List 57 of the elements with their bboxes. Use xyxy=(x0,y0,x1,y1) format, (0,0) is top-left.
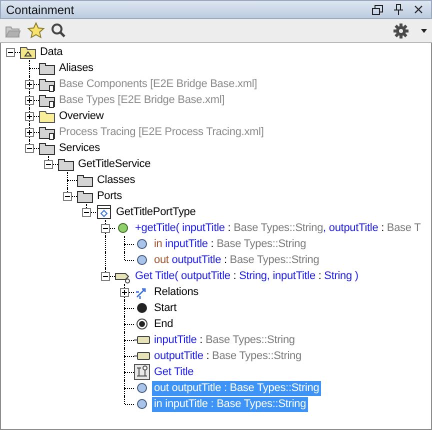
tree-item[interactable]: out outputTitle : Base Types::String xyxy=(152,252,322,268)
circle-icon xyxy=(134,236,150,252)
circle-icon xyxy=(134,396,150,412)
tree-item[interactable]: outputTitle : Base Types::String xyxy=(152,348,304,364)
tree-item[interactable]: GetTitlePortType xyxy=(114,204,198,220)
dot-icon xyxy=(134,300,150,316)
pin-icon[interactable] xyxy=(394,4,403,15)
tree-item[interactable]: +getTitle( inputTitle : Base Types::String, outputTitle : Base T xyxy=(133,220,423,236)
collapse-toggle[interactable] xyxy=(82,208,91,217)
folder-icon xyxy=(39,140,55,156)
tree-item[interactable]: Overview xyxy=(57,108,106,124)
expand-toggle[interactable] xyxy=(25,112,34,121)
tree-item[interactable]: Services xyxy=(57,140,102,156)
folder-icon xyxy=(39,60,55,76)
restore-icon[interactable] xyxy=(372,4,383,14)
folder-document-icon xyxy=(39,76,55,92)
circle-icon xyxy=(115,220,131,236)
panel-title: Containment xyxy=(6,2,74,16)
tree-item[interactable]: Classes xyxy=(95,172,138,188)
tree-item[interactable]: Relations xyxy=(152,284,201,300)
expand-toggle[interactable] xyxy=(25,96,34,105)
expand-toggle[interactable] xyxy=(25,128,34,137)
folder-document-icon xyxy=(39,124,55,140)
collapse-toggle[interactable] xyxy=(25,144,34,153)
tree-item[interactable]: GetTitleService xyxy=(76,156,153,172)
tree-item[interactable]: End xyxy=(152,316,176,332)
collapse-toggle[interactable] xyxy=(63,192,72,201)
collapse-toggle[interactable] xyxy=(44,160,53,169)
folder-icon xyxy=(77,172,93,188)
tree-item[interactable]: Ports xyxy=(95,188,124,204)
star-icon[interactable] xyxy=(27,22,45,39)
folder-icon xyxy=(39,108,55,124)
diagram-icon xyxy=(134,364,150,380)
tree-item[interactable]: inputTitle : Base Types::String xyxy=(152,332,297,348)
settings-icon[interactable] xyxy=(393,22,409,38)
collapse-toggle[interactable] xyxy=(101,272,110,281)
circle-icon xyxy=(134,380,150,396)
folder-icon xyxy=(58,156,74,172)
folder-icon xyxy=(77,188,93,204)
collapse-toggle[interactable] xyxy=(101,224,110,233)
tree-item[interactable]: Start xyxy=(152,300,178,316)
close-icon[interactable] xyxy=(414,5,423,14)
target-icon xyxy=(134,316,150,332)
tree-item[interactable]: Aliases xyxy=(57,60,96,76)
tree-item[interactable]: Data xyxy=(38,44,65,60)
folder-document-icon xyxy=(39,92,55,108)
folder-icon xyxy=(20,44,36,60)
collapse-toggle[interactable] xyxy=(6,48,15,57)
tree-item[interactable]: Get Title xyxy=(152,364,196,380)
caret-icon[interactable] xyxy=(421,28,427,32)
circle-icon xyxy=(134,252,150,268)
expand-toggle[interactable] xyxy=(25,80,34,89)
search-icon[interactable] xyxy=(51,23,66,38)
interface-icon xyxy=(96,204,112,220)
expand-toggle[interactable] xyxy=(120,288,129,297)
tree-item[interactable]: in inputTitle : Base Types::String xyxy=(152,236,308,252)
tree-item[interactable]: Get Title( outputTitle : String, inputTitle : String ) xyxy=(133,268,360,284)
